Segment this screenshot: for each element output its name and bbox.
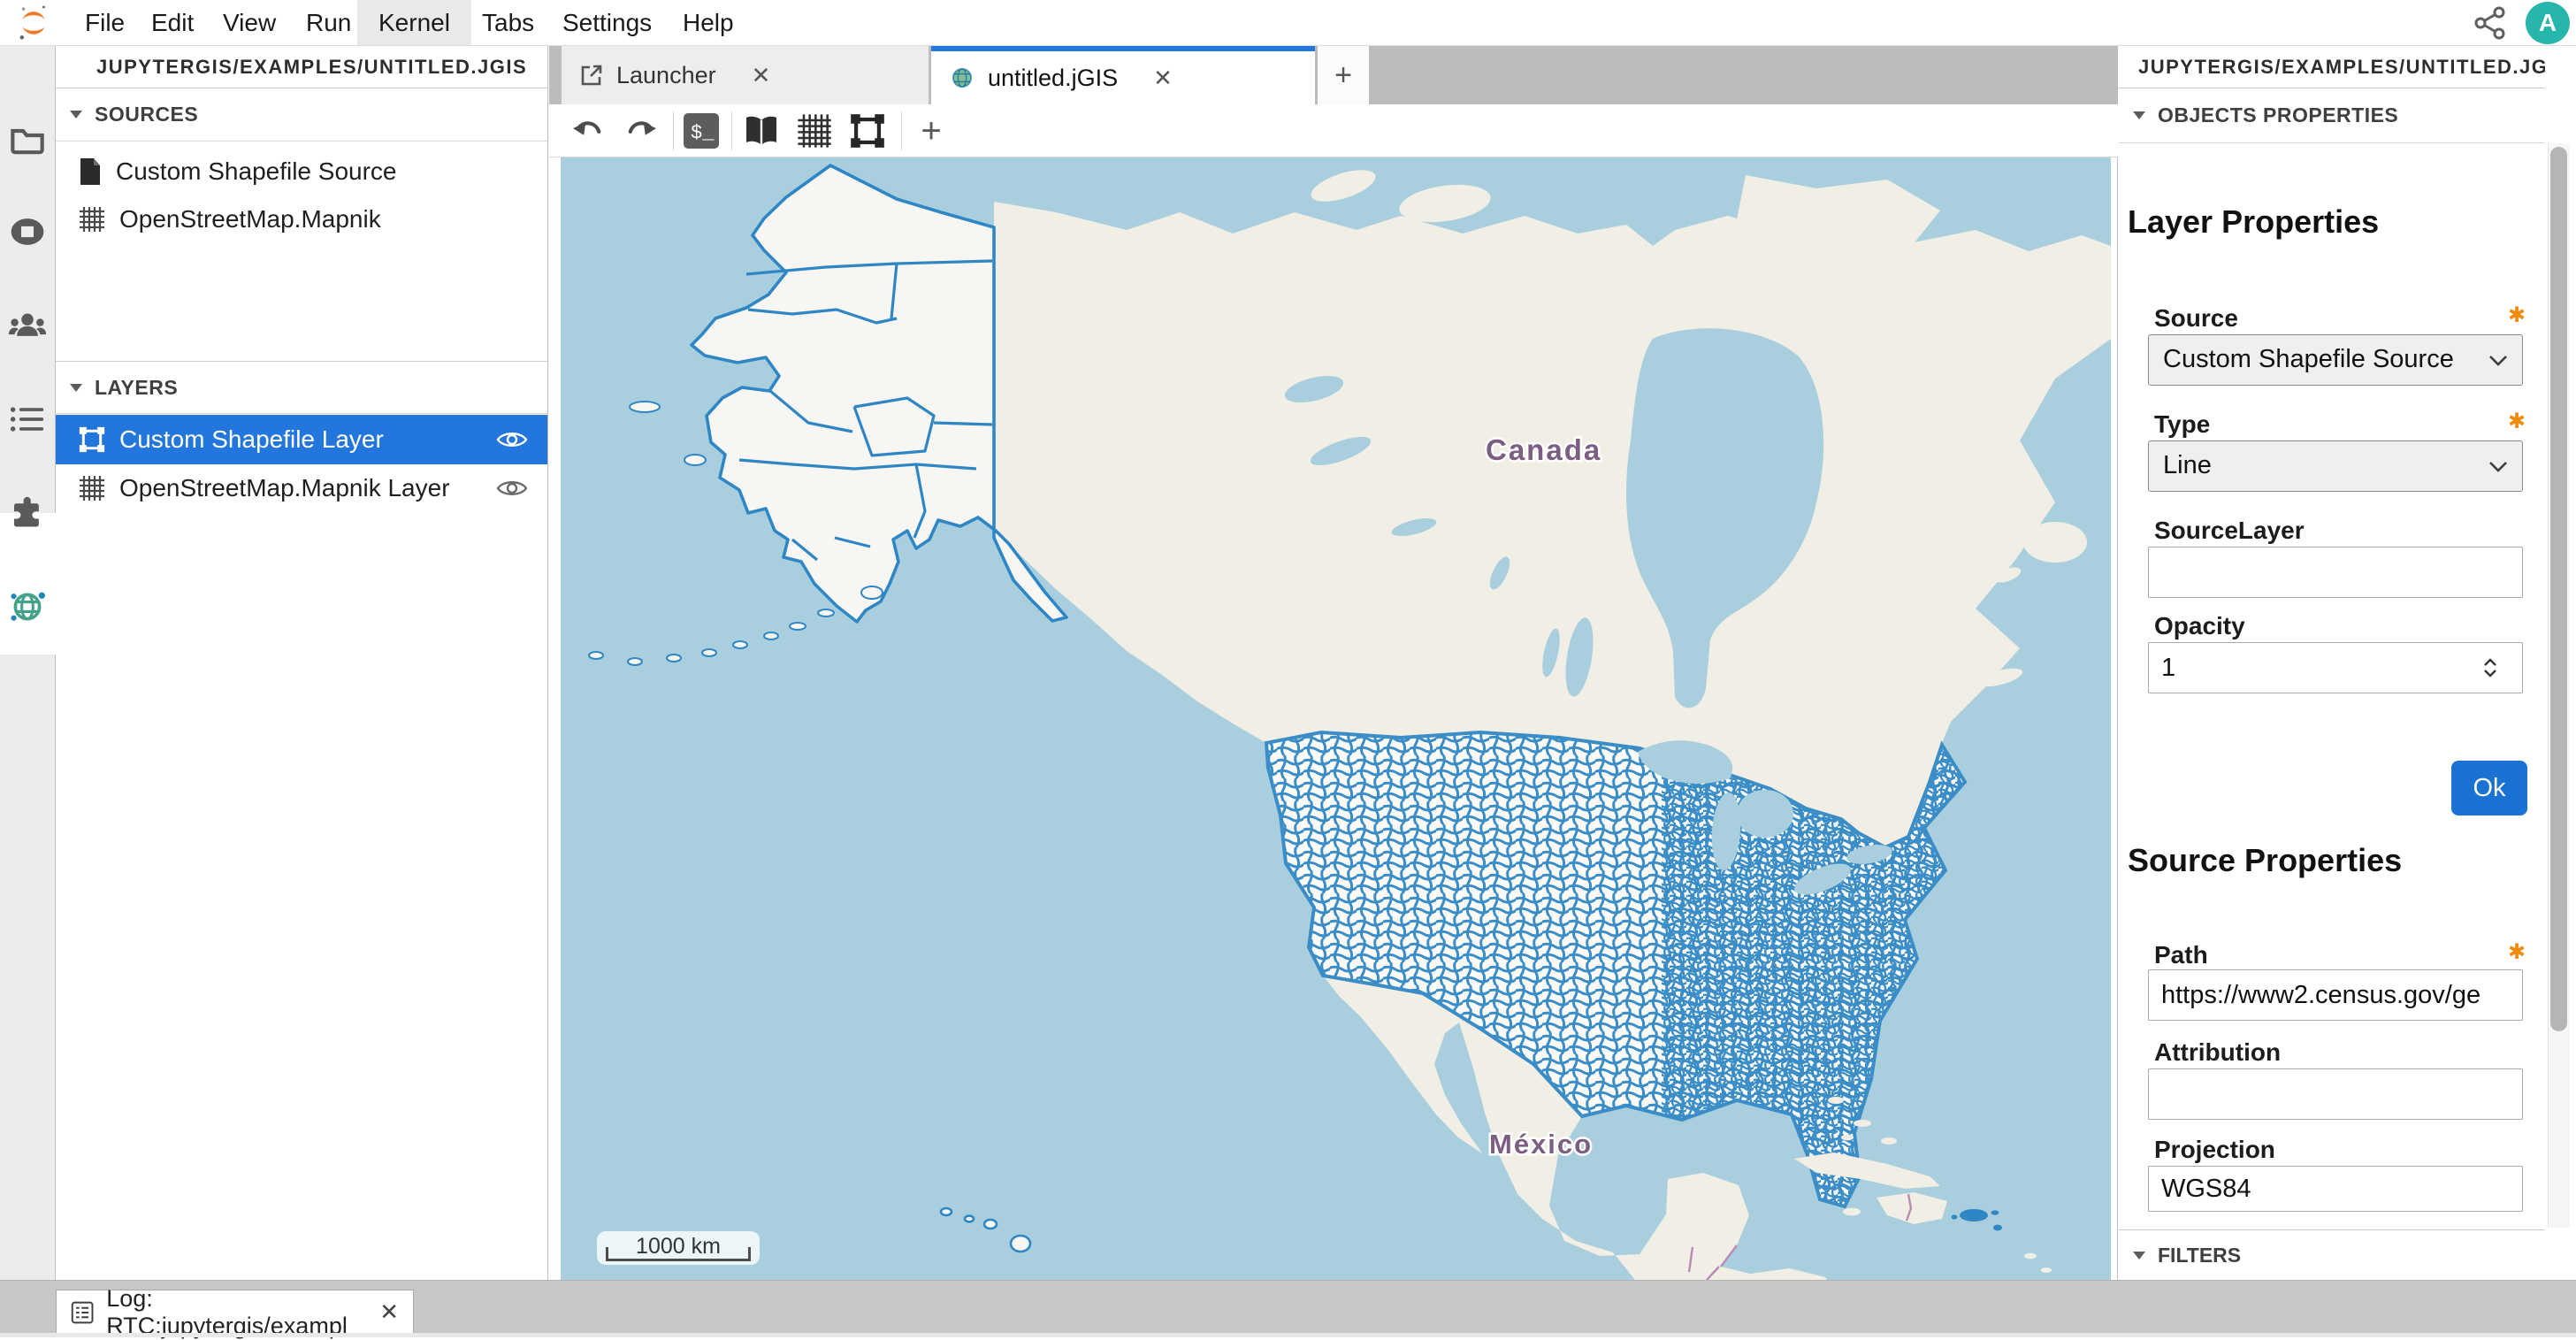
source-item-custom-shapefile[interactable]: Custom Shapefile Source <box>56 149 547 195</box>
menu-view[interactable]: View <box>202 0 297 45</box>
source-properties-title: Source Properties <box>2128 842 2402 879</box>
map-canvas[interactable]: Canada México 1000 km <box>561 157 2111 1280</box>
sourcelayer-input[interactable] <box>2148 547 2523 598</box>
source-item-openstreetmap[interactable]: OpenStreetMap.Mapnik <box>56 196 547 242</box>
map-scale-bar: 1000 km <box>597 1231 760 1265</box>
properties-panel: JUPYTERGIS/EXAMPLES/UNTITLED.JG OBJECTS … <box>2119 46 2576 1280</box>
user-avatar[interactable]: A <box>2526 2 2570 44</box>
collaboration-icon[interactable] <box>0 292 55 359</box>
extension-manager-icon[interactable] <box>0 479 55 547</box>
tab-untitled-jgis[interactable]: untitled.jGIS ✕ <box>931 46 1315 104</box>
type-label: Type <box>2154 410 2210 439</box>
jupyter-logo-icon <box>14 4 53 42</box>
status-strip <box>0 1333 2576 1337</box>
vector-icon <box>79 426 105 453</box>
raster-grid-icon <box>79 206 105 233</box>
launcher-icon <box>579 63 604 88</box>
layer-properties-title: Layer Properties <box>2128 203 2379 241</box>
running-sessions-icon[interactable] <box>0 198 55 265</box>
table-of-contents-icon[interactable] <box>0 386 55 453</box>
menu-help[interactable]: Help <box>661 0 755 45</box>
attribution-label: Attribution <box>2154 1038 2281 1067</box>
raster-grid-icon <box>79 475 105 502</box>
path-input[interactable] <box>2148 969 2523 1021</box>
undo-button[interactable] <box>567 110 609 152</box>
layer-item-openstreetmap[interactable]: OpenStreetMap.Mapnik Layer <box>56 465 547 511</box>
country-label-mexico: México <box>1489 1129 1593 1160</box>
vector-select-button[interactable] <box>846 110 889 152</box>
bottom-dock-bar: Log: RTC:jupytergis/exampl ✕ <box>0 1280 2576 1337</box>
svg-text:$_: $_ <box>691 122 715 144</box>
opacity-stepper[interactable] <box>2471 648 2510 687</box>
caret-down-icon <box>70 111 82 119</box>
required-asterisk: ✱ <box>2508 409 2526 434</box>
menu-bar: File Edit View Run Kernel Tabs Settings … <box>0 0 2576 46</box>
type-select[interactable]: Line <box>2148 440 2523 492</box>
file-browser-icon[interactable] <box>0 106 55 173</box>
caret-down-icon <box>70 384 82 392</box>
new-tab-button[interactable]: + <box>1318 46 1369 104</box>
raster-grid-button[interactable] <box>793 110 836 152</box>
sourcelayer-label: SourceLayer <box>2154 517 2305 545</box>
identify-book-button[interactable] <box>740 110 783 152</box>
chevron-down-icon <box>2488 461 2508 472</box>
close-icon[interactable]: ✕ <box>752 62 771 89</box>
objects-properties-header[interactable]: OBJECTS PROPERTIES <box>2119 88 2545 143</box>
log-console-icon <box>71 1299 94 1326</box>
map-toolbar: $_ + <box>549 104 2118 157</box>
close-icon[interactable]: ✕ <box>1153 65 1173 92</box>
main-dock: Launcher ✕ untitled.jGIS ✕ + <box>549 46 2118 1280</box>
jupytergis-globe-icon[interactable] <box>0 573 55 640</box>
layer-item-custom-shapefile[interactable]: Custom Shapefile Layer <box>56 415 547 464</box>
path-label: Path <box>2154 941 2208 969</box>
visibility-eye-icon[interactable] <box>496 429 528 450</box>
panel-scrollbar-thumb[interactable] <box>2550 147 2567 1031</box>
left-sidebar <box>0 46 56 1287</box>
filters-section-header[interactable]: FILTERS <box>2119 1229 2545 1280</box>
close-icon[interactable]: ✕ <box>379 1298 399 1326</box>
tab-bar: Launcher ✕ untitled.jGIS ✕ + <box>549 46 2118 104</box>
properties-form: Layer Properties Source ✱ Custom Shapefi… <box>2119 143 2545 1229</box>
opacity-input[interactable] <box>2148 642 2523 693</box>
country-label-canada: Canada <box>1486 433 1601 466</box>
projection-input[interactable] <box>2148 1166 2523 1212</box>
caret-down-icon <box>2133 1252 2145 1260</box>
file-browser-panel: JUPYTERGIS/EXAMPLES/UNTITLED.JGIS SOURCE… <box>56 46 548 1280</box>
file-icon <box>79 157 102 186</box>
log-tab[interactable]: Log: RTC:jupytergis/exampl ✕ <box>56 1290 414 1335</box>
attribution-input[interactable] <box>2148 1068 2523 1120</box>
globe-icon <box>949 65 975 91</box>
chevron-down-icon <box>2488 355 2508 366</box>
add-layer-button[interactable]: + <box>910 110 952 152</box>
layers-section-header[interactable]: LAYERS <box>56 361 547 414</box>
tab-launcher[interactable]: Launcher ✕ <box>562 46 929 104</box>
breadcrumb: JUPYTERGIS/EXAMPLES/UNTITLED.JGIS <box>56 46 547 88</box>
console-button[interactable]: $_ <box>680 110 722 152</box>
caret-down-icon <box>2133 111 2145 119</box>
projection-label: Projection <box>2154 1136 2275 1164</box>
ok-button[interactable]: Ok <box>2451 761 2527 815</box>
opacity-label: Opacity <box>2154 612 2245 640</box>
required-asterisk: ✱ <box>2508 939 2526 965</box>
menu-kernel[interactable]: Kernel <box>357 0 471 45</box>
properties-breadcrumb: JUPYTERGIS/EXAMPLES/UNTITLED.JG <box>2119 46 2545 88</box>
source-label: Source <box>2154 304 2238 333</box>
required-asterisk: ✱ <box>2508 302 2526 328</box>
redo-button[interactable] <box>620 110 662 152</box>
source-select[interactable]: Custom Shapefile Source <box>2148 334 2523 386</box>
menu-settings[interactable]: Settings <box>541 0 673 45</box>
sources-section-header[interactable]: SOURCES <box>56 88 547 142</box>
visibility-eye-icon[interactable] <box>496 478 528 499</box>
share-icon[interactable] <box>2471 5 2511 41</box>
